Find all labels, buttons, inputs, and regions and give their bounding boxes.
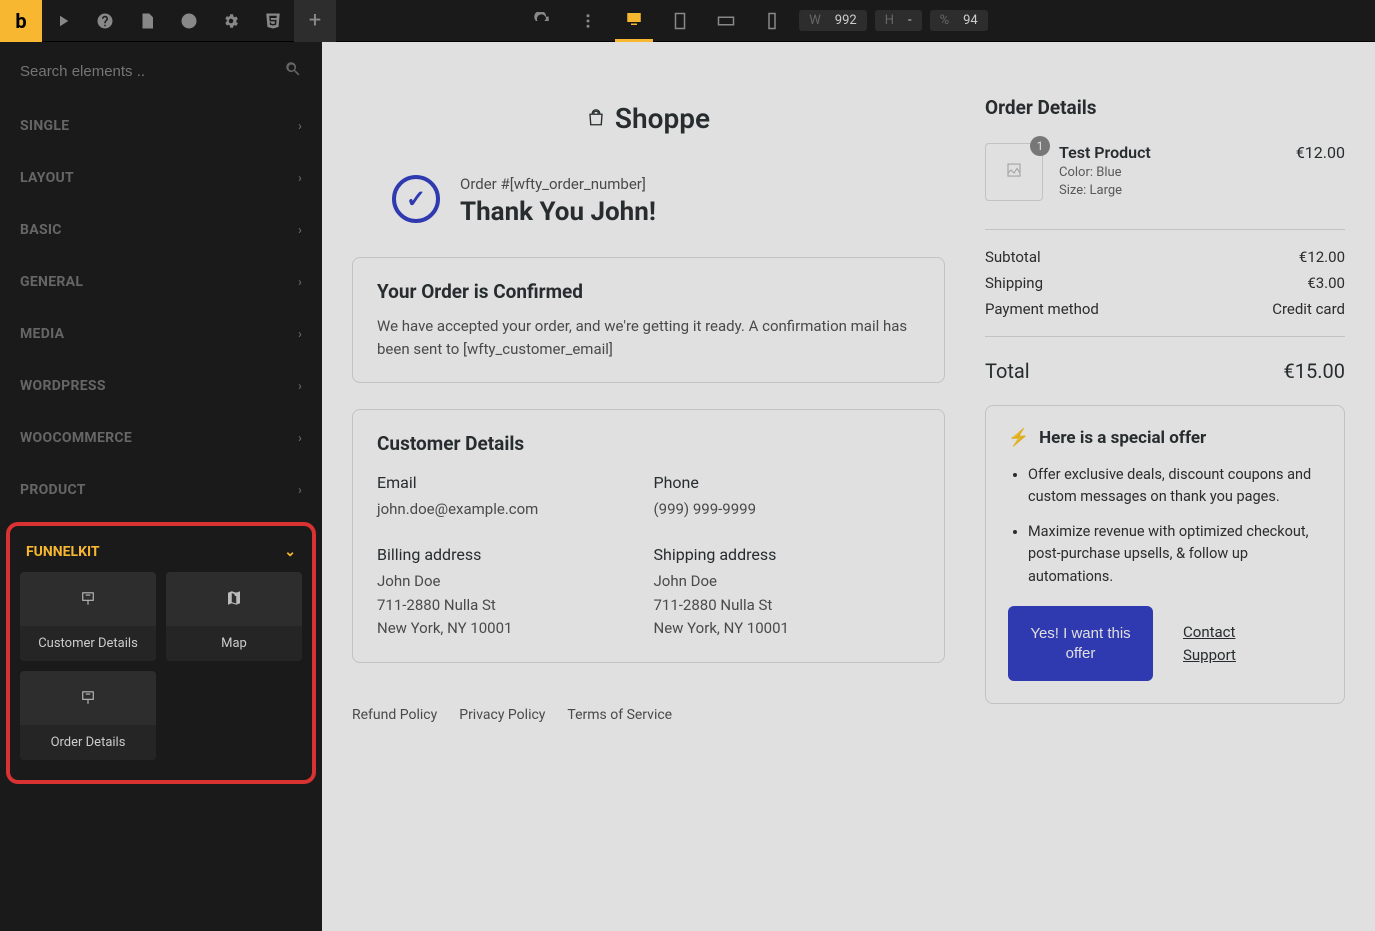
- mobile-view-button[interactable]: [753, 0, 791, 42]
- play-icon[interactable]: [42, 0, 84, 42]
- check-circle-icon: ✓: [392, 175, 440, 223]
- offer-cta-button[interactable]: Yes! I want this offer: [1008, 606, 1153, 681]
- map-icon: [225, 585, 243, 613]
- contact-support-link[interactable]: Contact Support: [1183, 621, 1253, 666]
- cat-wordpress[interactable]: WordPress›: [0, 360, 322, 412]
- elements-sidebar: Single› Layout› Basic› General› Media› W…: [0, 42, 322, 931]
- desktop-view-button[interactable]: [615, 0, 653, 42]
- brand-name: Shoppe: [615, 102, 710, 135]
- refund-link[interactable]: Refund Policy: [352, 707, 437, 723]
- offer-bullet: Maximize revenue with optimized checkout…: [1028, 521, 1322, 588]
- total-row: Shipping€3.00: [985, 270, 1345, 296]
- cat-product[interactable]: Product›: [0, 464, 322, 516]
- tile-label: Customer Details: [20, 626, 156, 661]
- settings-icon[interactable]: [210, 0, 252, 42]
- chevron-right-icon: ›: [298, 379, 302, 393]
- zoom-display[interactable]: %94: [930, 10, 988, 31]
- bolt-icon: ⚡: [1008, 428, 1029, 448]
- confirm-body: We have accepted your order, and we're g…: [377, 315, 920, 360]
- order-number: Order #[wfty_order_number]: [460, 175, 656, 193]
- shipping-label: Shipping address: [654, 545, 921, 564]
- add-element-button[interactable]: +: [294, 0, 336, 42]
- search-row: [0, 42, 322, 100]
- offer-title: Here is a special offer: [1039, 428, 1206, 448]
- terms-link[interactable]: Terms of Service: [567, 707, 672, 723]
- logo[interactable]: b: [0, 0, 42, 42]
- total-row: Payment methodCredit card: [985, 296, 1345, 322]
- tablet-portrait-button[interactable]: [661, 0, 699, 42]
- cat-media[interactable]: Media›: [0, 308, 322, 360]
- offer-card: ⚡ Here is a special offer Offer exclusiv…: [985, 405, 1345, 704]
- billing-label: Billing address: [377, 545, 644, 564]
- product-color: Color: Blue: [1059, 165, 1280, 180]
- css-icon[interactable]: [252, 0, 294, 42]
- privacy-link[interactable]: Privacy Policy: [459, 707, 545, 723]
- confirm-title: Your Order is Confirmed: [377, 280, 920, 303]
- phone-value: (999) 999-9999: [654, 498, 921, 521]
- offer-bullet: Offer exclusive deals, discount coupons …: [1028, 464, 1322, 509]
- tile-customer-details[interactable]: Customer Details: [20, 572, 156, 661]
- text-cursor-icon: [79, 585, 97, 613]
- product-name: Test Product: [1059, 143, 1280, 162]
- chevron-right-icon: ›: [298, 483, 302, 497]
- height-display[interactable]: H-: [875, 10, 922, 31]
- tablet-landscape-button[interactable]: [707, 0, 745, 42]
- phone-label: Phone: [654, 473, 921, 492]
- chevron-right-icon: ›: [298, 171, 302, 185]
- shipping-value: John Doe 711-2880 Nulla St New York, NY …: [654, 570, 921, 640]
- product-thumb: 1: [985, 143, 1043, 201]
- chevron-right-icon: ›: [298, 223, 302, 237]
- search-icon[interactable]: [284, 60, 302, 82]
- image-placeholder-icon: [1005, 160, 1023, 184]
- tile-order-details[interactable]: Order Details: [20, 671, 156, 760]
- reload-icon[interactable]: [523, 0, 561, 42]
- billing-value: John Doe 711-2880 Nulla St New York, NY …: [377, 570, 644, 640]
- brand: Shoppe: [352, 72, 945, 175]
- pages-icon[interactable]: [126, 0, 168, 42]
- email-label: Email: [377, 473, 644, 492]
- chevron-right-icon: ›: [298, 119, 302, 133]
- customer-title: Customer Details: [377, 432, 920, 455]
- more-icon[interactable]: [569, 0, 607, 42]
- hero: ✓ Order #[wfty_order_number] Thank You J…: [352, 175, 945, 257]
- tile-label: Order Details: [20, 725, 156, 760]
- chevron-right-icon: ›: [298, 327, 302, 341]
- chevron-right-icon: ›: [298, 431, 302, 445]
- chevron-down-icon: ⌄: [284, 544, 296, 560]
- thank-you-heading: Thank You John!: [460, 197, 656, 227]
- canvas[interactable]: Shoppe ✓ Order #[wfty_order_number] Than…: [322, 42, 1375, 931]
- product-row: 1 Test Product Color: Blue Size: Large €…: [985, 143, 1345, 201]
- category-list: Single› Layout› Basic› General› Media› W…: [0, 100, 322, 931]
- bag-icon: [587, 104, 605, 134]
- email-value: john.doe@example.com: [377, 498, 644, 521]
- topbar: b + W992 H- %94: [0, 0, 1375, 42]
- text-cursor-icon: [79, 684, 97, 712]
- product-price: €12.00: [1296, 143, 1345, 201]
- confirm-card: Your Order is Confirmed We have accepted…: [352, 257, 945, 383]
- search-input[interactable]: [20, 63, 284, 80]
- cat-woocommerce[interactable]: WooCommerce›: [0, 412, 322, 464]
- tile-map[interactable]: Map: [166, 572, 302, 661]
- footer-links: Refund Policy Privacy Policy Terms of Se…: [352, 689, 945, 741]
- funnelkit-highlight: FUNNELKIT ⌄ Customer Details Map: [6, 522, 316, 784]
- cat-general[interactable]: General›: [0, 256, 322, 308]
- width-display[interactable]: W992: [799, 10, 866, 31]
- help-icon[interactable]: [84, 0, 126, 42]
- total-row: Subtotal€12.00: [985, 244, 1345, 270]
- cat-funnelkit[interactable]: FUNNELKIT ⌄: [18, 532, 304, 572]
- qty-badge: 1: [1030, 136, 1050, 156]
- tile-label: Map: [166, 626, 302, 661]
- chevron-right-icon: ›: [298, 275, 302, 289]
- cat-basic[interactable]: Basic›: [0, 204, 322, 256]
- product-size: Size: Large: [1059, 183, 1280, 198]
- cat-layout[interactable]: Layout›: [0, 152, 322, 204]
- cat-single[interactable]: Single›: [0, 100, 322, 152]
- grand-total: Total€15.00: [985, 336, 1345, 405]
- order-details-title: Order Details: [985, 72, 1345, 119]
- customer-card: Customer Details Email john.doe@example.…: [352, 409, 945, 663]
- history-icon[interactable]: [168, 0, 210, 42]
